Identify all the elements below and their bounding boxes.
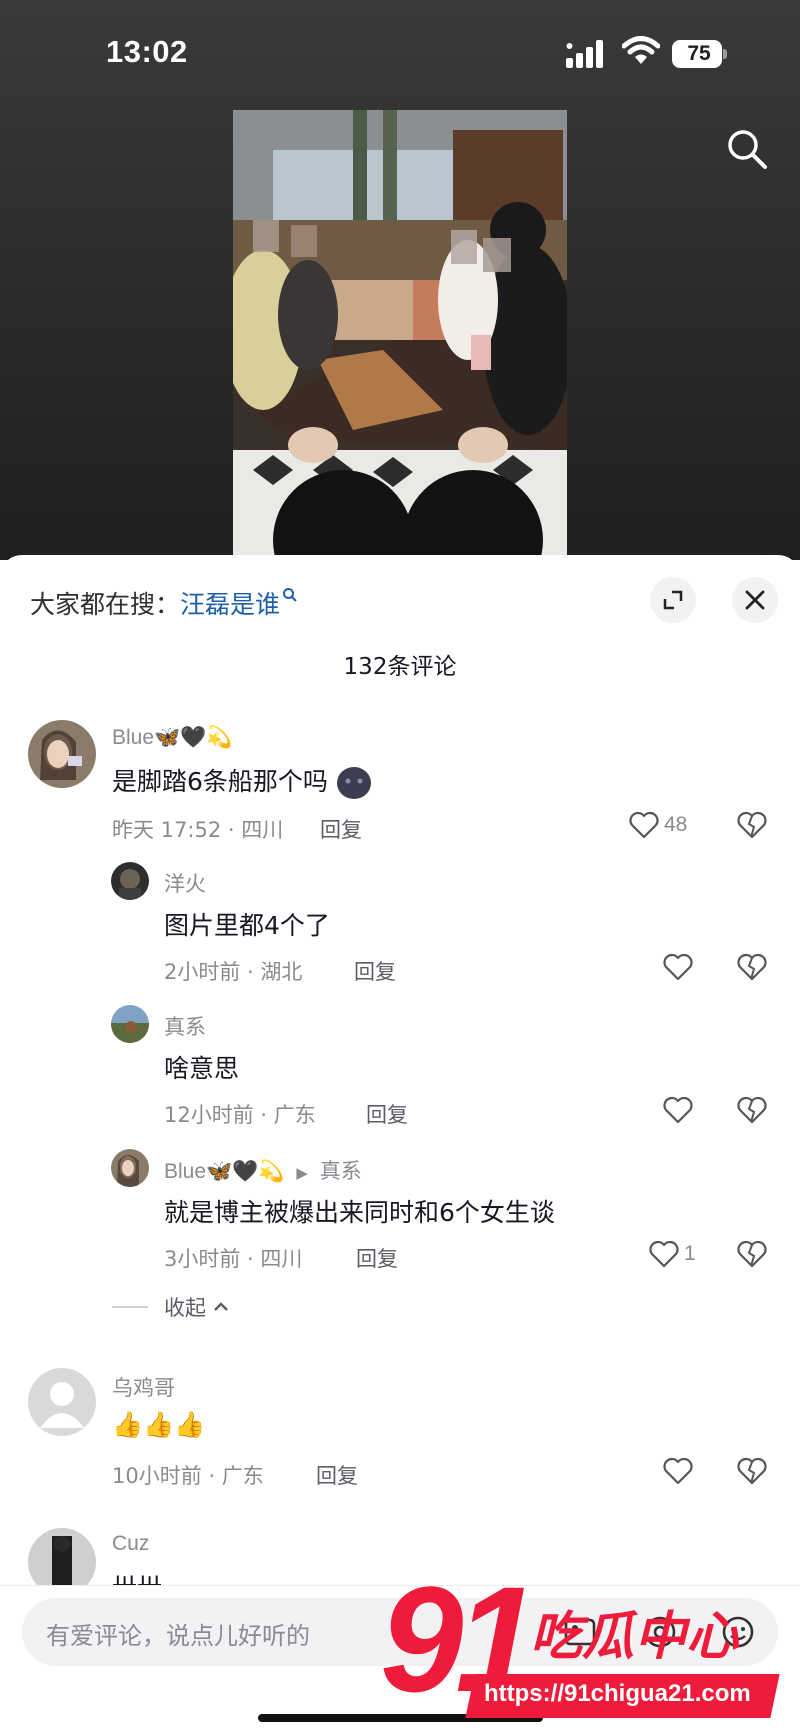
collapse-label: 收起 bbox=[164, 1296, 206, 1320]
like-button[interactable] bbox=[662, 1456, 694, 1486]
reply-arrow-icon: ▶ bbox=[296, 1165, 308, 1182]
comment-author[interactable]: 洋火 bbox=[164, 868, 206, 898]
watermark-url: https://91chigua21.com bbox=[484, 1680, 751, 1707]
hot-search-prefix: 大家都在搜： bbox=[30, 590, 181, 619]
comment-count: 132条评论 bbox=[343, 654, 457, 680]
comment-text: 图片里都4个了 bbox=[164, 911, 330, 940]
comment-text: 👍👍👍 bbox=[112, 1410, 206, 1439]
comment-text: 是脚踏6条船那个吗 bbox=[112, 762, 372, 800]
heart-icon bbox=[663, 1457, 693, 1485]
close-icon bbox=[745, 590, 765, 610]
like-button[interactable] bbox=[662, 1095, 694, 1125]
search-icon bbox=[283, 588, 297, 602]
battery-indicator: 75 bbox=[672, 40, 727, 68]
broken-heart-icon bbox=[737, 953, 767, 981]
watermark-brand: 吃瓜中心 bbox=[530, 1607, 739, 1667]
status-time: 13:02 bbox=[106, 34, 188, 69]
comment-author[interactable]: 乌鸡哥 bbox=[112, 1372, 175, 1402]
expand-icon bbox=[663, 590, 683, 610]
reply-button[interactable]: 回复 bbox=[320, 814, 362, 844]
status-bar: 13:02 75 bbox=[0, 0, 800, 110]
comment-input-placeholder: 有爱评论，说点儿好听的 bbox=[46, 1622, 310, 1650]
reply-button[interactable]: 回复 bbox=[366, 1099, 408, 1129]
dislike-button[interactable] bbox=[736, 1456, 768, 1486]
post-photo[interactable] bbox=[233, 110, 567, 562]
broken-heart-icon bbox=[737, 811, 767, 839]
like-button[interactable] bbox=[662, 952, 694, 982]
reply-button[interactable]: 回复 bbox=[354, 956, 396, 986]
comment-meta: 3小时前 · 四川 bbox=[164, 1247, 303, 1271]
comment-author[interactable]: Cuz bbox=[112, 1532, 149, 1556]
broken-heart-icon bbox=[737, 1240, 767, 1268]
dislike-button[interactable] bbox=[736, 1239, 768, 1269]
heart-icon bbox=[649, 1240, 679, 1268]
heart-icon bbox=[663, 953, 693, 981]
collapse-replies-button[interactable]: 收起 bbox=[112, 1292, 230, 1322]
comment-text: 就是博主被爆出来同时和6个女生谈 bbox=[164, 1198, 555, 1227]
comment-meta: 昨天 17:52 · 四川 bbox=[112, 818, 284, 842]
comment-author: Blue🦋🖤💫 ▶ 真系 bbox=[164, 1160, 362, 1183]
restaurant-photo-image bbox=[233, 110, 567, 562]
avatar[interactable] bbox=[111, 1005, 149, 1043]
like-button[interactable]: 1 bbox=[648, 1239, 696, 1269]
wifi-icon bbox=[622, 36, 660, 64]
cellular-signal-icon bbox=[566, 40, 603, 68]
reply-button[interactable]: 回复 bbox=[356, 1243, 398, 1273]
watermark: 91 吃瓜中心 https://91chigua21.com bbox=[380, 1564, 780, 1732]
dislike-button[interactable] bbox=[736, 1095, 768, 1125]
comment-meta: 12小时前 · 广东 bbox=[164, 1103, 316, 1127]
dislike-button[interactable] bbox=[736, 952, 768, 982]
avatar[interactable] bbox=[111, 1149, 149, 1187]
dislike-button[interactable] bbox=[736, 810, 768, 840]
comment-meta: 10小时前 · 广东 bbox=[112, 1464, 264, 1488]
like-count: 1 bbox=[684, 1242, 696, 1265]
comment-meta: 2小时前 · 湖北 bbox=[164, 960, 303, 984]
comment-author[interactable]: Blue🦋🖤💫 bbox=[112, 726, 232, 750]
heart-icon bbox=[629, 811, 659, 839]
hot-search-link[interactable]: 汪磊是谁 bbox=[180, 590, 280, 619]
avatar[interactable] bbox=[28, 720, 96, 788]
comment-text: 啥意思 bbox=[164, 1054, 240, 1083]
like-button[interactable]: 48 bbox=[628, 810, 687, 840]
avatar[interactable] bbox=[111, 862, 149, 900]
heart-icon bbox=[663, 1096, 693, 1124]
close-button[interactable] bbox=[732, 577, 778, 623]
battery-level: 75 bbox=[687, 42, 711, 65]
chevron-up-icon bbox=[214, 1302, 228, 1311]
avatar[interactable] bbox=[28, 1368, 96, 1436]
hot-search: 大家都在搜：汪磊是谁 bbox=[30, 585, 298, 621]
reply-target[interactable]: 真系 bbox=[320, 1160, 362, 1183]
comment-author[interactable]: 真系 bbox=[164, 1011, 206, 1041]
search-icon[interactable] bbox=[726, 128, 768, 170]
broken-heart-icon bbox=[737, 1096, 767, 1124]
reply-button[interactable]: 回复 bbox=[316, 1460, 358, 1490]
sticker-emoji-icon bbox=[336, 767, 371, 799]
expand-button[interactable] bbox=[650, 577, 696, 623]
like-count: 48 bbox=[664, 813, 688, 836]
broken-heart-icon bbox=[737, 1457, 767, 1485]
